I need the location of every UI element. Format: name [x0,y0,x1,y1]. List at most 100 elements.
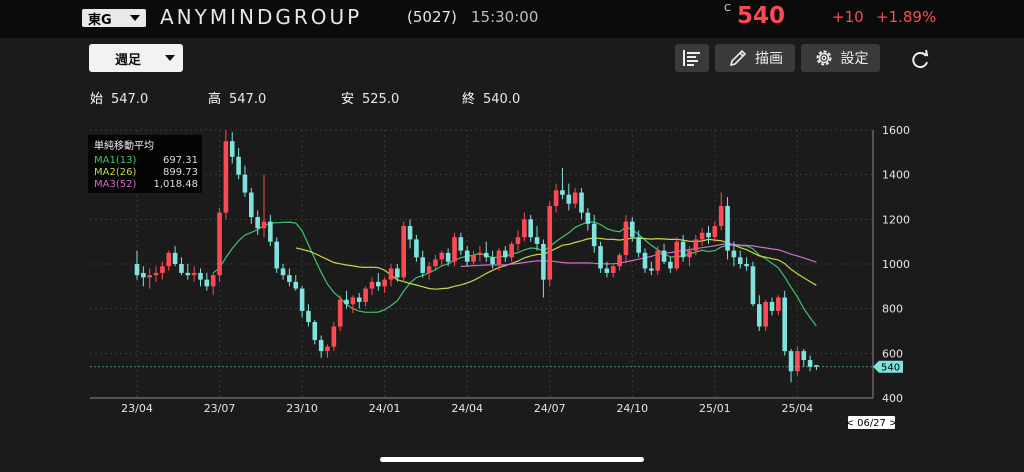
candle [636,230,641,258]
candle-body [706,232,711,238]
candle [312,319,318,345]
candle [649,261,654,276]
candle-body [490,257,495,264]
candle-body [261,221,267,229]
ma1-value: 697.31 [163,155,198,166]
candle-body [318,339,324,352]
candle [210,272,216,296]
candle-body [534,237,540,244]
x-tick-label: 23/04 [121,402,153,415]
candle [255,210,260,235]
candle-body [725,205,730,251]
y-tick-label: 1000 [882,258,910,271]
candle [610,264,616,278]
candle [356,293,362,309]
candle [477,246,483,262]
x-tick-label: 25/01 [699,402,731,415]
candle-body [769,301,775,311]
ma2-value: 899.73 [163,167,198,178]
ma-legend: 単純移動平均 MA1(13) 697.31 MA2(26) 899.73 MA3(5… [88,135,202,193]
candle [585,208,591,231]
candle [515,230,521,251]
candle [179,257,184,276]
candle-body [198,272,203,280]
candle [699,228,705,247]
candle-body [458,237,464,251]
candle-body [579,192,584,213]
candle [617,252,622,271]
price-chart[interactable]: 400 600 800 1000 1200 1400 1600 23/04 23/07 23/10… [0,0,1024,472]
candle-body [623,221,629,256]
candle [287,268,292,287]
legend-ma3: MA3(52) 1,018.48 [94,179,198,191]
candles [134,130,819,383]
candle-body [331,326,337,347]
candle-body [610,266,616,273]
candle-body [788,351,794,372]
ma2-name: MA2(26) [94,167,137,178]
candle-body [134,264,140,276]
candle [737,250,743,269]
candle-body [782,297,787,352]
candle-body [287,275,292,282]
candle [598,241,603,273]
candle [623,214,629,262]
candle-body [439,252,445,260]
candle [414,234,419,262]
candle-body [522,219,527,238]
legend-title: 単純移動平均 [94,141,154,152]
candle-body [630,221,635,238]
candle [591,214,597,253]
candle [299,286,305,318]
candle-body [668,261,673,269]
candle-body [179,264,184,273]
candle-body [363,288,368,302]
candle-body [750,266,756,305]
candle-body [807,360,813,367]
x-tick-label: 24/04 [451,402,483,415]
candle [198,268,203,287]
candle [223,130,229,220]
candle-body [553,190,559,206]
candle-body [585,212,591,224]
candle-body [274,241,279,269]
candle [572,188,578,209]
candle [249,188,254,224]
candle-body [312,322,318,340]
candle-body [712,226,718,238]
x-tick-label: 23/07 [204,402,236,415]
candle [763,299,768,331]
home-indicator[interactable] [380,457,644,462]
candle-body [687,250,692,258]
candle-body [147,275,152,278]
candle-body [547,205,553,280]
date-selector-label: < 06/27 > [846,418,898,429]
candle-body [649,268,654,271]
candle-body [566,194,572,204]
candle [172,246,178,267]
candle-body [591,223,597,247]
y-tick-label: 600 [882,347,903,360]
candle [147,268,152,289]
candle-body [191,272,197,276]
candle-body [509,243,514,258]
y-tick-label: 1600 [882,124,910,137]
candle [528,214,533,242]
candle-body [801,351,807,361]
candle-body [464,250,470,262]
candle-body [242,174,248,193]
candle [744,257,749,271]
y-tick-label: 400 [882,392,903,405]
candle-body [395,268,400,278]
candle [776,295,781,316]
candle-body [236,156,241,175]
candle-body [350,297,356,305]
y-tick-label: 1200 [882,213,910,226]
candle [318,335,324,358]
candle-body [795,351,800,372]
candle [261,174,267,238]
candle-body [293,281,299,289]
candle-body [528,219,533,238]
candle [153,266,159,282]
candle [674,237,680,271]
